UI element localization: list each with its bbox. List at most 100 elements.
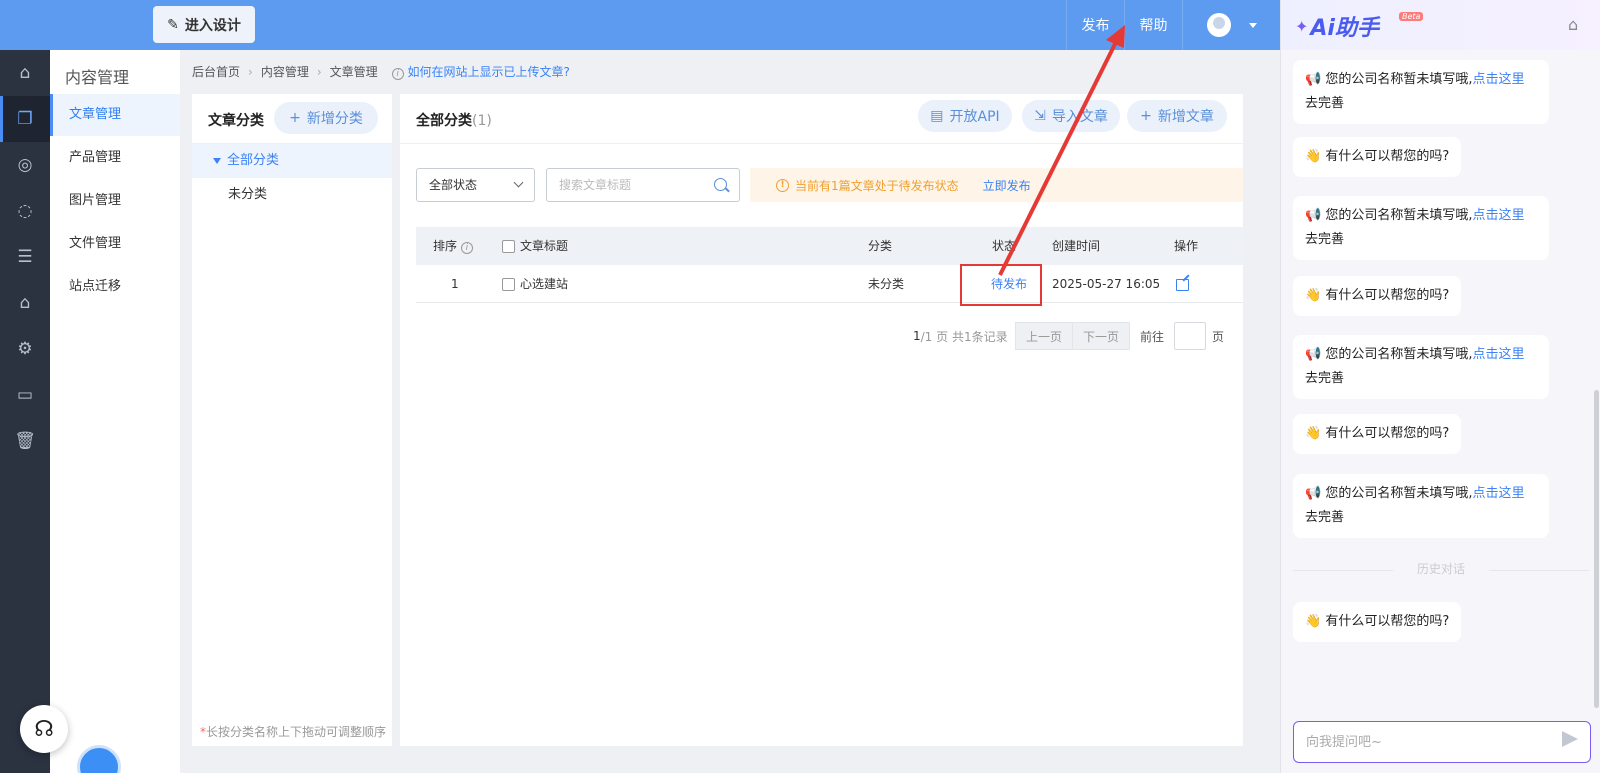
ai-header: ✦ Ai助手 Beta ⌂ [1281, 0, 1600, 50]
list-icon[interactable]: ☰ [0, 234, 50, 280]
planet-icon[interactable]: ◎ [0, 142, 50, 188]
wave-hand-icon: 👋 [1305, 149, 1322, 164]
message-text: 您的公司名称暂未填写哦, [1325, 72, 1473, 87]
page-jump-input[interactable] [1174, 322, 1206, 350]
shop-icon[interactable]: ⌂ [1568, 15, 1578, 34]
breadcrumb-home[interactable]: 后台首页 [192, 63, 240, 80]
ai-assistant-panel: ✦ Ai助手 Beta ⌂ 📢 您的公司名称暂未填写哦,点击这里 去完善 👋 有什… [1280, 0, 1600, 773]
chat-message: 👋 有什么可以帮您的吗? [1293, 414, 1462, 454]
terminal-icon[interactable]: ▭ [0, 372, 50, 418]
chat-message: 📢 您的公司名称暂未填写哦,点击这里 去完善 [1293, 474, 1549, 538]
next-page-button[interactable]: 下一页 [1072, 322, 1130, 350]
th-created: 创建时间 [1052, 239, 1101, 253]
sidebar-item-files[interactable]: 文件管理 [50, 223, 180, 265]
send-icon[interactable] [1562, 731, 1578, 747]
pending-notice: ! 当前有1篇文章处于待发布状态 立即发布 [750, 168, 1243, 202]
complete-info-link[interactable]: 点击这里 [1472, 347, 1524, 362]
row-checkbox[interactable] [502, 278, 515, 291]
chat-scrollbar[interactable] [1593, 50, 1599, 710]
trash-icon[interactable]: 🗑 [0, 418, 50, 464]
help-label: 帮助 [1139, 18, 1168, 34]
th-ops: 操作 [1174, 239, 1199, 253]
avatar [1206, 13, 1231, 37]
pager-goto-label: 前往 [1140, 329, 1165, 344]
home-icon[interactable]: ⌂ [0, 50, 50, 96]
breadcrumb: 后台首页 › 内容管理 › 文章管理 i 如何在网站上显示已上传文章? [192, 63, 570, 80]
chat-message: 👋 有什么可以帮您的吗? [1293, 137, 1462, 177]
chat-message: 📢 您的公司名称暂未填写哦,点击这里 去完善 [1293, 60, 1549, 124]
article-header: 全部分类(1) ▤ 开放API ⇲ 导入文章 + 新增文章 [400, 94, 1243, 144]
add-article-button[interactable]: + 新增文章 [1127, 100, 1227, 132]
pager-unit: 页 [1212, 329, 1225, 344]
complete-info-link[interactable]: 点击这里 [1472, 486, 1524, 501]
add-article-label: 新增文章 [1157, 109, 1214, 125]
article-panel: 全部分类(1) ▤ 开放API ⇲ 导入文章 + 新增文章 全部状态 ! 当前有… [400, 94, 1243, 746]
row-edit[interactable] [1176, 265, 1189, 303]
edit-icon [1176, 278, 1189, 291]
ai-question-input[interactable] [1293, 721, 1591, 763]
complete-info-link[interactable]: 点击这里 [1472, 72, 1524, 87]
search-input[interactable] [546, 168, 740, 202]
pager-total: /1 页 共1条记录 [920, 329, 1008, 344]
row-title-label: 心选建站 [520, 277, 569, 291]
chat-icon[interactable]: ◌ [0, 188, 50, 234]
enter-design-button[interactable]: ✎ 进入设计 [153, 6, 255, 43]
history-divider: 历史对话 [1293, 560, 1589, 580]
th-order-label: 排序 [433, 239, 458, 253]
complete-info-link[interactable]: 点击这里 [1472, 208, 1524, 223]
category-item-all[interactable]: 全部分类 [192, 144, 392, 178]
wave-hand-icon: 👋 [1305, 614, 1322, 629]
sidebar-item-images[interactable]: 图片管理 [50, 180, 180, 222]
breadcrumb-separator: › [248, 64, 253, 79]
message-tail: 去完善 [1305, 510, 1345, 525]
publish-now-link[interactable]: 立即发布 [983, 177, 1031, 194]
category-item-uncategorized[interactable]: 未分类 [192, 178, 392, 212]
add-category-button[interactable]: + 新增分类 [274, 102, 378, 134]
status-select[interactable]: 全部状态 [416, 168, 535, 202]
add-category-label: 新增分类 [306, 111, 363, 127]
open-api-button[interactable]: ▤ 开放API [918, 100, 1012, 132]
support-headset-button[interactable]: ☊ [20, 705, 68, 753]
bag-icon[interactable]: ⌂ [0, 280, 50, 326]
account-menu[interactable] [1182, 0, 1280, 50]
megaphone-icon: 📢 [1305, 486, 1322, 501]
message-text: 您的公司名称暂未填写哦, [1325, 486, 1473, 501]
document-icon: ▤ [930, 108, 944, 124]
th-status: 状态 [992, 239, 1017, 253]
publish-label: 发布 [1081, 18, 1110, 34]
search-icon[interactable] [714, 178, 727, 191]
message-text: 有什么可以帮您的吗? [1325, 426, 1450, 441]
headset-icon: ☊ [34, 716, 54, 742]
sidebar-item-migration[interactable]: 站点迁移 [50, 266, 180, 308]
table-header: 排序 i 文章标题 分类 状态 创建时间 操作 [416, 227, 1243, 265]
help-button[interactable]: 帮助 [1124, 0, 1182, 50]
publish-button[interactable]: 发布 [1066, 0, 1124, 50]
import-icon: ⇲ [1034, 108, 1046, 124]
category-footer-hint: *长按分类名称上下拖动可调整顺序 [200, 723, 386, 740]
help-link[interactable]: i 如何在网站上显示已上传文章? [391, 63, 570, 80]
chat-message: 👋 有什么可以帮您的吗? [1293, 276, 1462, 316]
documents-icon[interactable]: ❐ [0, 96, 50, 142]
gear-icon[interactable]: ⚙ [0, 326, 50, 372]
plus-icon: + [289, 110, 301, 126]
prev-page-button[interactable]: 上一页 [1015, 322, 1073, 350]
sidebar-item-products[interactable]: 产品管理 [50, 137, 180, 179]
icon-rail: ⌂ ❐ ◎ ◌ ☰ ⌂ ⚙ ▭ 🗑 [0, 50, 50, 773]
article-count: (1) [472, 113, 492, 129]
breadcrumb-articles: 文章管理 [329, 65, 378, 79]
row-category: 未分类 [868, 277, 905, 291]
import-article-button[interactable]: ⇲ 导入文章 [1022, 100, 1120, 132]
breadcrumb-content[interactable]: 内容管理 [261, 63, 309, 80]
sidebar-item-articles[interactable]: 文章管理 [50, 94, 180, 136]
th-title-label: 文章标题 [520, 239, 569, 253]
chat-message: 📢 您的公司名称暂未填写哦,点击这里 去完善 [1293, 335, 1549, 399]
message-text: 有什么可以帮您的吗? [1325, 614, 1450, 629]
select-all-checkbox[interactable] [502, 240, 515, 253]
th-category: 分类 [868, 239, 893, 253]
scrollbar-thumb[interactable] [1594, 390, 1599, 708]
article-title: 全部分类(1) [416, 110, 492, 130]
category-item-label: 全部分类 [227, 153, 280, 168]
megaphone-icon: 📢 [1305, 72, 1322, 87]
message-tail: 去完善 [1305, 232, 1345, 247]
top-bar: ✎ 进入设计 发布 帮助 [0, 0, 1280, 50]
